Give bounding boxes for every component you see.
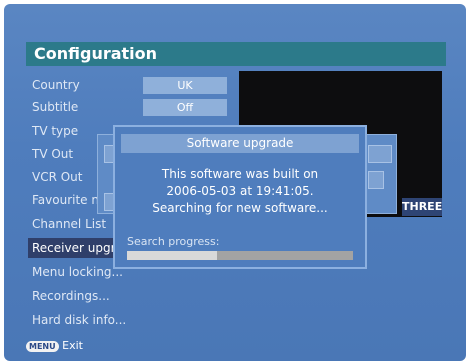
progress-bar-fill	[127, 251, 217, 260]
page-title: Configuration	[26, 42, 446, 66]
country-value[interactable]: UK	[143, 77, 227, 94]
software-upgrade-dialog: Software upgrade This software was built…	[113, 125, 367, 269]
background-field	[368, 145, 392, 163]
menu-item-hard-disk-info[interactable]: Hard disk info...	[32, 310, 126, 330]
exit-label: Exit	[62, 339, 83, 352]
menu-item-subtitle[interactable]: Subtitle	[32, 97, 78, 117]
build-info-line: This software was built on	[161, 167, 319, 181]
search-status-line: Searching for new software...	[152, 201, 328, 215]
menu-key-icon: MENU	[26, 340, 59, 352]
menu-item-menu-locking[interactable]: Menu locking...	[32, 262, 123, 282]
footer-hint: MENU Exit	[26, 338, 83, 354]
progress-label: Search progress:	[127, 235, 220, 248]
background-field	[368, 171, 384, 189]
tv-screen: Configuration Country UK Subtitle Off TV…	[4, 4, 466, 361]
build-date-line: 2006-05-03 at 19:41:05.	[166, 184, 314, 198]
progress-bar	[127, 251, 353, 260]
menu-item-country[interactable]: Country	[32, 75, 80, 95]
subtitle-value[interactable]: Off	[143, 99, 227, 116]
menu-item-channel-list[interactable]: Channel List	[32, 214, 106, 234]
menu-item-vcr-out[interactable]: VCR Out	[32, 167, 83, 187]
menu-item-recordings[interactable]: Recordings...	[32, 286, 110, 306]
menu-item-tv-type[interactable]: TV type	[32, 121, 78, 141]
menu-item-favourite[interactable]: Favourite n	[32, 190, 99, 210]
channel-label: THREE	[402, 198, 442, 216]
dialog-title: Software upgrade	[121, 134, 359, 153]
menu-item-tv-out[interactable]: TV Out	[32, 144, 73, 164]
